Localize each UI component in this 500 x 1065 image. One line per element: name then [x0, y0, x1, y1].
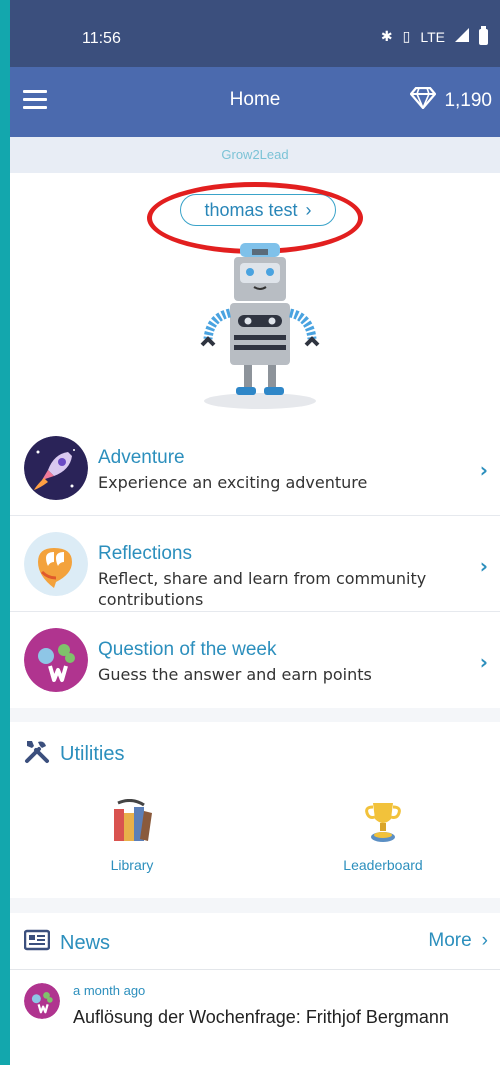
status-bar: 11:56 ✱ ▯ LTE [10, 0, 500, 67]
utilities-header: Utilities [24, 738, 124, 770]
profile-card: thomas test › [10, 173, 500, 420]
vibrate-icon: ▯ [402, 28, 411, 44]
qow-icon [24, 628, 88, 692]
signal-icon [455, 28, 469, 45]
status-time: 11:56 [82, 30, 121, 47]
feature-adventure[interactable]: Adventure Experience an exciting adventu… [10, 420, 500, 516]
status-icons: ✱ ▯ LTE [380, 25, 488, 45]
rocket-icon [24, 436, 88, 500]
news-more-link[interactable]: More › [428, 930, 488, 952]
news-title: News [60, 931, 111, 954]
feature-description: Guess the answer and earn points [98, 665, 372, 684]
utility-label: Library [110, 857, 154, 873]
feature-question-of-the-week[interactable]: Question of the week Guess the answer an… [10, 612, 500, 708]
feature-list: Adventure Experience an exciting adventu… [10, 420, 500, 708]
utility-label: Leaderboard [343, 857, 423, 873]
bluetooth-icon: ✱ [380, 28, 393, 44]
feature-title: Question of the week [98, 639, 277, 660]
utility-leaderboard[interactable]: Leaderboard [340, 799, 426, 873]
organization-name: Grow2Lead [221, 147, 289, 162]
utilities-title: Utilities [60, 742, 125, 765]
library-icon [114, 798, 152, 841]
chevron-right-icon: › [479, 554, 488, 578]
robot-avatar [200, 243, 320, 409]
utility-library[interactable]: Library [100, 798, 164, 873]
battery-icon [479, 25, 488, 45]
chevron-right-icon: › [479, 458, 488, 482]
news-header: News More › [10, 913, 500, 970]
qow-icon [24, 983, 60, 1019]
trophy-icon [365, 803, 401, 842]
diamond-icon [410, 86, 437, 115]
phone-screen: 11:56 ✱ ▯ LTE Home 1,190 Grow2Lead thoma… [10, 0, 500, 1065]
feature-title: Adventure [98, 447, 185, 468]
feature-reflections[interactable]: Reflections Reflect, share and learn fro… [10, 516, 500, 612]
news-section: News More › a month ago Auflösung der Wo… [10, 913, 500, 1065]
chevron-right-icon: › [481, 930, 488, 951]
newspaper-icon [23, 929, 51, 957]
gems-counter[interactable]: 1,190 [410, 86, 492, 115]
network-label: LTE [420, 28, 445, 45]
speech-bubble-icon [24, 532, 88, 596]
feature-title: Reflections [98, 543, 192, 564]
news-timestamp: a month ago [73, 983, 146, 998]
chevron-right-icon: › [479, 650, 488, 674]
feature-description: Experience an exciting adventure [98, 473, 368, 492]
gems-count: 1,190 [444, 90, 492, 111]
news-headline: Auflösung der Wochenfrage: Frithjof Berg… [73, 1007, 449, 1027]
organization-banner: Grow2Lead [10, 137, 500, 173]
feature-description: Reflect, share and learn from community … [98, 569, 427, 609]
more-label: More [428, 930, 472, 951]
app-bar: Home 1,190 [10, 67, 500, 137]
tools-icon [24, 738, 50, 770]
utilities-section: Utilities Library Leaderboard [10, 722, 500, 898]
news-title-group: News [23, 929, 111, 957]
